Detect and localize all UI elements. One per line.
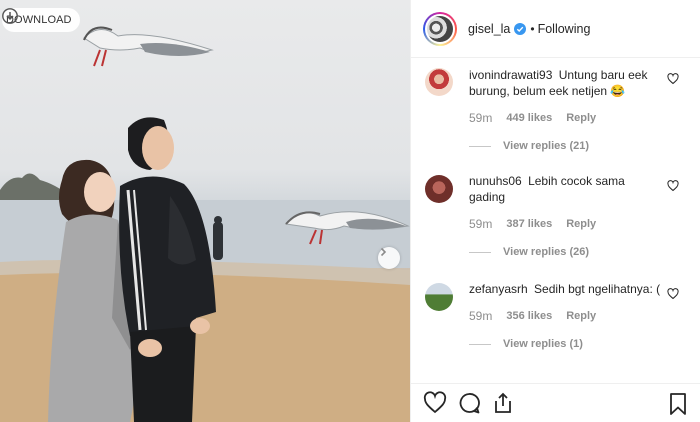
view-replies-button[interactable]: View replies (26) <box>469 246 661 258</box>
replies-divider <box>469 343 491 345</box>
reply-button[interactable]: Reply <box>566 218 596 230</box>
distant-person <box>213 222 223 260</box>
commenter-avatar[interactable] <box>425 68 453 96</box>
comment-age: 59m <box>469 309 493 323</box>
comment-meta: 59m 449 likes Reply <box>469 111 661 125</box>
comment-age: 59m <box>469 111 493 125</box>
view-replies-label: View replies (26) <box>503 246 590 258</box>
chevron-right-icon <box>380 247 387 257</box>
reply-button[interactable]: Reply <box>566 112 596 124</box>
next-photo-button[interactable] <box>378 247 400 269</box>
seagull-top <box>83 26 214 67</box>
comment-username[interactable]: nunuhs06 <box>469 174 522 188</box>
heart-icon[interactable] <box>423 391 447 415</box>
post-actions-bar <box>411 383 700 422</box>
download-icon <box>2 8 18 24</box>
comments-list: ivonindrawati93 Untung baru eek burung, … <box>411 58 700 381</box>
view-replies-label: View replies (1) <box>503 338 583 350</box>
view-replies-button[interactable]: View replies (21) <box>469 140 661 152</box>
reply-button[interactable]: Reply <box>566 310 596 322</box>
owner-avatar[interactable] <box>423 11 457 46</box>
commenter-avatar[interactable] <box>425 175 453 203</box>
photo-scene <box>0 26 410 422</box>
bookmark-icon[interactable] <box>667 392 689 416</box>
post-side-panel: gisel_la • Following ivonindrawati93 Unt… <box>410 0 700 422</box>
commenter-avatar[interactable] <box>425 283 453 311</box>
separator-dot: • <box>530 21 535 36</box>
following-button[interactable]: Following <box>538 22 591 36</box>
comment-item: ivonindrawati93 Untung baru eek burung, … <box>411 58 700 165</box>
like-comment-icon[interactable] <box>667 73 679 85</box>
comment-item: zefanyasrh Sedih bgt ngelihatnya: ( 59m … <box>411 273 700 381</box>
comment-likes[interactable]: 387 likes <box>506 218 552 230</box>
comment-likes[interactable]: 449 likes <box>506 112 552 124</box>
replies-divider <box>469 251 491 253</box>
comment-text: nunuhs06 Lebih cocok sama gading <box>469 173 661 205</box>
post-header: gisel_la • Following <box>411 0 700 58</box>
comment-text: zefanyasrh Sedih bgt ngelihatnya: ( <box>469 281 661 297</box>
comment-meta: 59m 387 likes Reply <box>469 217 661 231</box>
share-icon[interactable] <box>491 391 515 415</box>
comment-username[interactable]: ivonindrawati93 <box>469 68 552 82</box>
post-photo: DOWNLOAD <box>0 0 410 422</box>
comment-item: nunuhs06 Lebih cocok sama gading 59m 387… <box>411 165 700 273</box>
like-comment-icon[interactable] <box>667 288 679 300</box>
like-comment-icon[interactable] <box>667 180 679 192</box>
comment-icon[interactable] <box>457 391 481 415</box>
download-button[interactable]: DOWNLOAD <box>2 8 80 32</box>
comment-username[interactable]: zefanyasrh <box>469 282 528 296</box>
comment-meta: 59m 356 likes Reply <box>469 309 661 323</box>
view-replies-button[interactable]: View replies (1) <box>469 338 661 350</box>
comment-likes[interactable]: 356 likes <box>506 310 552 322</box>
owner-username[interactable]: gisel_la <box>468 22 510 36</box>
verified-badge-icon <box>514 22 527 35</box>
replies-divider <box>469 145 491 147</box>
view-replies-label: View replies (21) <box>503 140 590 152</box>
comment-age: 59m <box>469 217 493 231</box>
comment-text: ivonindrawati93 Untung baru eek burung, … <box>469 67 661 99</box>
comment-body: Sedih bgt ngelihatnya: ( <box>534 282 661 296</box>
